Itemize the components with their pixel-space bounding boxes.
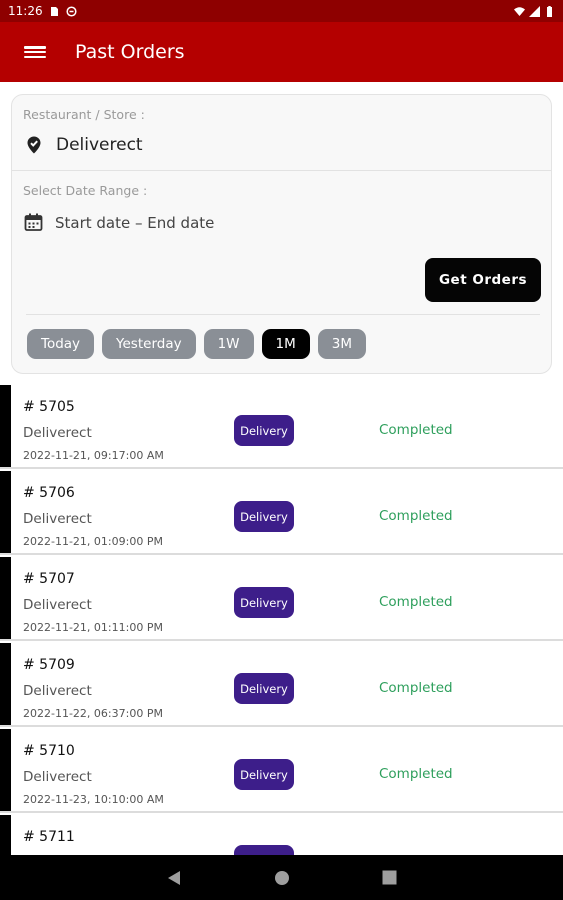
order-status: Completed: [379, 594, 453, 610]
order-row[interactable]: # 5709 Deliverect 2022-11-22, 06:37:00 P…: [0, 643, 563, 727]
order-type-badge: Delivery: [234, 415, 294, 446]
order-type-badge: [234, 845, 294, 855]
date-range-value: Start date – End date: [55, 213, 215, 232]
order-time: 2022-11-22, 06:37:00 PM: [23, 707, 163, 720]
sync-icon: [66, 5, 77, 17]
date-range-label: Select Date Range :: [23, 183, 148, 198]
store-value: Deliverect: [56, 135, 143, 155]
row-accent: [0, 643, 11, 725]
order-id: # 5710: [23, 743, 75, 759]
wifi-icon: [514, 6, 525, 16]
system-nav-bar: [0, 855, 563, 900]
page-title: Past Orders: [75, 41, 185, 63]
signal-icon: [529, 5, 540, 17]
menu-icon[interactable]: [24, 43, 46, 61]
divider: [12, 170, 551, 171]
back-icon[interactable]: [165, 869, 183, 887]
status-bar: 11:26: [0, 0, 563, 22]
chip-3m[interactable]: 3M: [317, 329, 367, 359]
divider: [26, 314, 540, 315]
order-type-badge: Delivery: [234, 587, 294, 618]
row-accent: [0, 557, 11, 639]
chip-yesterday[interactable]: Yesterday: [102, 329, 196, 359]
order-row[interactable]: # 5711: [0, 815, 563, 855]
date-range-picker[interactable]: Start date – End date: [24, 213, 214, 232]
order-row[interactable]: # 5706 Deliverect 2022-11-21, 01:09:00 P…: [0, 471, 563, 555]
order-status: Completed: [379, 766, 453, 782]
order-row[interactable]: # 5710 Deliverect 2022-11-23, 10:10:00 A…: [0, 729, 563, 813]
order-store: Deliverect: [23, 511, 92, 527]
order-type-badge: Delivery: [234, 673, 294, 704]
order-store: Deliverect: [23, 769, 92, 785]
order-id: # 5711: [23, 829, 75, 845]
app-bar: Past Orders: [0, 22, 563, 82]
order-type-badge: Delivery: [234, 501, 294, 532]
store-pin-icon: [27, 136, 41, 154]
order-id: # 5706: [23, 485, 75, 501]
recents-icon[interactable]: [381, 869, 399, 887]
order-id: # 5709: [23, 657, 75, 673]
row-accent: [0, 815, 11, 855]
order-store: Deliverect: [23, 425, 92, 441]
get-orders-button[interactable]: Get Orders: [425, 258, 541, 302]
order-id: # 5705: [23, 399, 75, 415]
store-selector[interactable]: Deliverect: [24, 135, 143, 155]
order-store: Deliverect: [23, 597, 92, 613]
order-status: Completed: [379, 508, 453, 524]
row-accent: [0, 471, 11, 553]
chip-today[interactable]: Today: [27, 329, 95, 359]
home-icon[interactable]: [273, 869, 291, 887]
store-label: Restaurant / Store :: [23, 107, 145, 122]
order-time: 2022-11-21, 01:11:00 PM: [23, 621, 163, 634]
battery-icon: [547, 5, 552, 17]
orders-list: # 5705 Deliverect 2022-11-21, 09:17:00 A…: [0, 385, 563, 855]
calendar-icon: [24, 213, 43, 231]
chip-1m[interactable]: 1M: [261, 329, 310, 359]
order-time: 2022-11-23, 10:10:00 AM: [23, 793, 164, 806]
row-accent: [0, 385, 11, 467]
order-row[interactable]: # 5705 Deliverect 2022-11-21, 09:17:00 A…: [0, 385, 563, 469]
sd-card-icon: [50, 6, 58, 16]
order-status: Completed: [379, 680, 453, 696]
order-time: 2022-11-21, 09:17:00 AM: [23, 449, 164, 462]
row-accent: [0, 729, 11, 811]
order-time: 2022-11-21, 01:09:00 PM: [23, 535, 163, 548]
order-store: Deliverect: [23, 683, 92, 699]
status-time: 11:26: [8, 4, 43, 18]
order-row[interactable]: # 5707 Deliverect 2022-11-21, 01:11:00 P…: [0, 557, 563, 641]
order-id: # 5707: [23, 571, 75, 587]
order-status: Completed: [379, 422, 453, 438]
filter-card: Restaurant / Store : Deliverect Select D…: [11, 94, 552, 374]
chip-1w[interactable]: 1W: [203, 329, 254, 359]
order-type-badge: Delivery: [234, 759, 294, 790]
quick-range-chips: Today Yesterday 1W 1M 3M: [27, 329, 367, 359]
